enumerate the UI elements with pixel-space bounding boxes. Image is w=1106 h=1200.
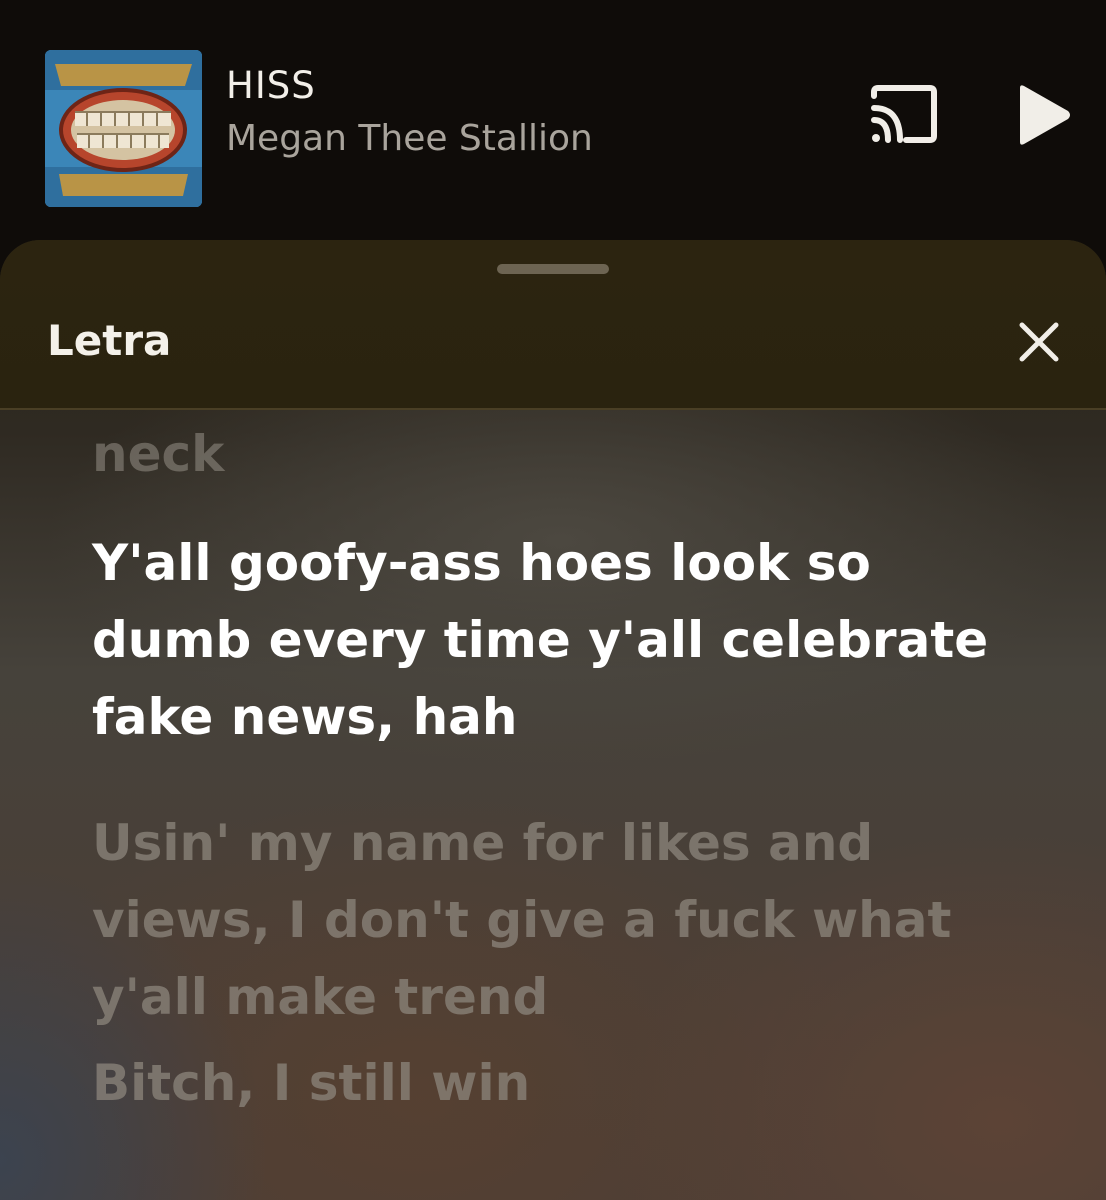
app-screen: HISS Megan Thee Stallion Letra neck Y'al… <box>0 0 1106 1200</box>
drag-handle[interactable] <box>497 264 609 274</box>
lyric-line-previous[interactable]: neck <box>92 416 992 478</box>
previous-lyric-clip: neck <box>0 410 1106 478</box>
play-button[interactable] <box>1010 82 1074 148</box>
track-artist[interactable]: Megan Thee Stallion <box>226 118 593 159</box>
close-icon <box>1019 322 1059 362</box>
play-icon <box>1020 85 1070 145</box>
lyric-line-after-next[interactable]: Bitch, I still win <box>92 1045 992 1122</box>
cast-button[interactable] <box>866 84 940 146</box>
track-title[interactable]: HISS <box>226 64 316 107</box>
lyrics-list[interactable]: neck Y'all goofy-ass hoes look so dumb e… <box>0 410 1106 1200</box>
album-art[interactable] <box>45 50 202 207</box>
lyric-line-next[interactable]: Usin' my name for likes and views, I don… <box>92 805 992 1036</box>
cast-icon <box>871 85 937 143</box>
lyrics-title: Letra <box>47 316 172 365</box>
lyrics-sheet-header: Letra <box>0 240 1106 410</box>
close-button[interactable] <box>1010 313 1068 371</box>
mini-player[interactable]: HISS Megan Thee Stallion <box>0 0 1106 240</box>
lyric-line-current[interactable]: Y'all goofy-ass hoes look so dumb every … <box>92 525 992 756</box>
lyrics-sheet[interactable]: Letra neck Y'all goofy-ass hoes look so … <box>0 240 1106 1200</box>
